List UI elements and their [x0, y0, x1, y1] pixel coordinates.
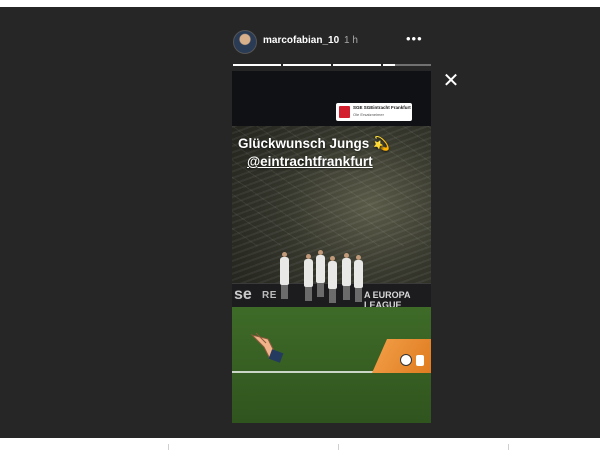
more-options-icon[interactable]: ••• — [406, 31, 423, 46]
player-figure — [316, 250, 325, 283]
board-text-middle: RE — [262, 290, 277, 301]
story-caption: Glückwunsch Jungs 💫 — [238, 136, 390, 151]
avatar[interactable] — [233, 30, 257, 54]
progress-fill — [333, 64, 381, 66]
progress-segment — [283, 64, 331, 66]
mention-sticker[interactable]: SGE SGEintracht Frankfurt Ole Ersatzneim… — [336, 103, 412, 121]
player-figure — [354, 255, 363, 288]
player-legs — [355, 288, 362, 302]
close-icon[interactable]: ✕ — [440, 70, 462, 92]
player-legs — [329, 289, 336, 303]
progress-fill — [283, 64, 331, 66]
progress-segment — [383, 64, 431, 66]
sticker-subtitle: Ole Ersatzneimer — [353, 112, 384, 117]
board-text-left: se — [234, 286, 252, 303]
eagle-crest-icon — [400, 354, 412, 366]
player-figure — [342, 253, 351, 286]
progress-fill — [233, 64, 281, 66]
player-legs — [343, 286, 350, 300]
page-footer — [0, 438, 600, 450]
sticker-title: SGE SGEintracht Frankfurt — [353, 105, 411, 110]
mention-link[interactable]: @eintrachtfrankfurt — [247, 153, 373, 171]
progress-segment — [333, 64, 381, 66]
story-media[interactable]: se RE A EUROPA LEAGUE SGE SGEintracht Fr… — [232, 71, 431, 423]
player-legs — [317, 283, 324, 297]
post-time: 1 h — [344, 35, 358, 46]
europa-league-icon — [416, 355, 424, 366]
progress-segment — [233, 64, 281, 66]
story-progress-bar — [233, 64, 431, 66]
player-figure — [304, 254, 313, 287]
footer-divider — [508, 444, 509, 450]
footer-divider — [168, 444, 169, 450]
player-legs — [305, 287, 312, 301]
story-header: marcofabian_10 1 h ••• — [233, 30, 431, 54]
club-logo-icon — [339, 106, 350, 118]
footer-divider — [338, 444, 339, 450]
player-figure — [280, 252, 289, 285]
username-link[interactable]: marcofabian_10 — [263, 35, 339, 46]
progress-fill — [383, 64, 395, 66]
player-legs — [281, 285, 288, 299]
clapping-hands-icon — [250, 332, 284, 363]
player-figure — [328, 256, 337, 289]
